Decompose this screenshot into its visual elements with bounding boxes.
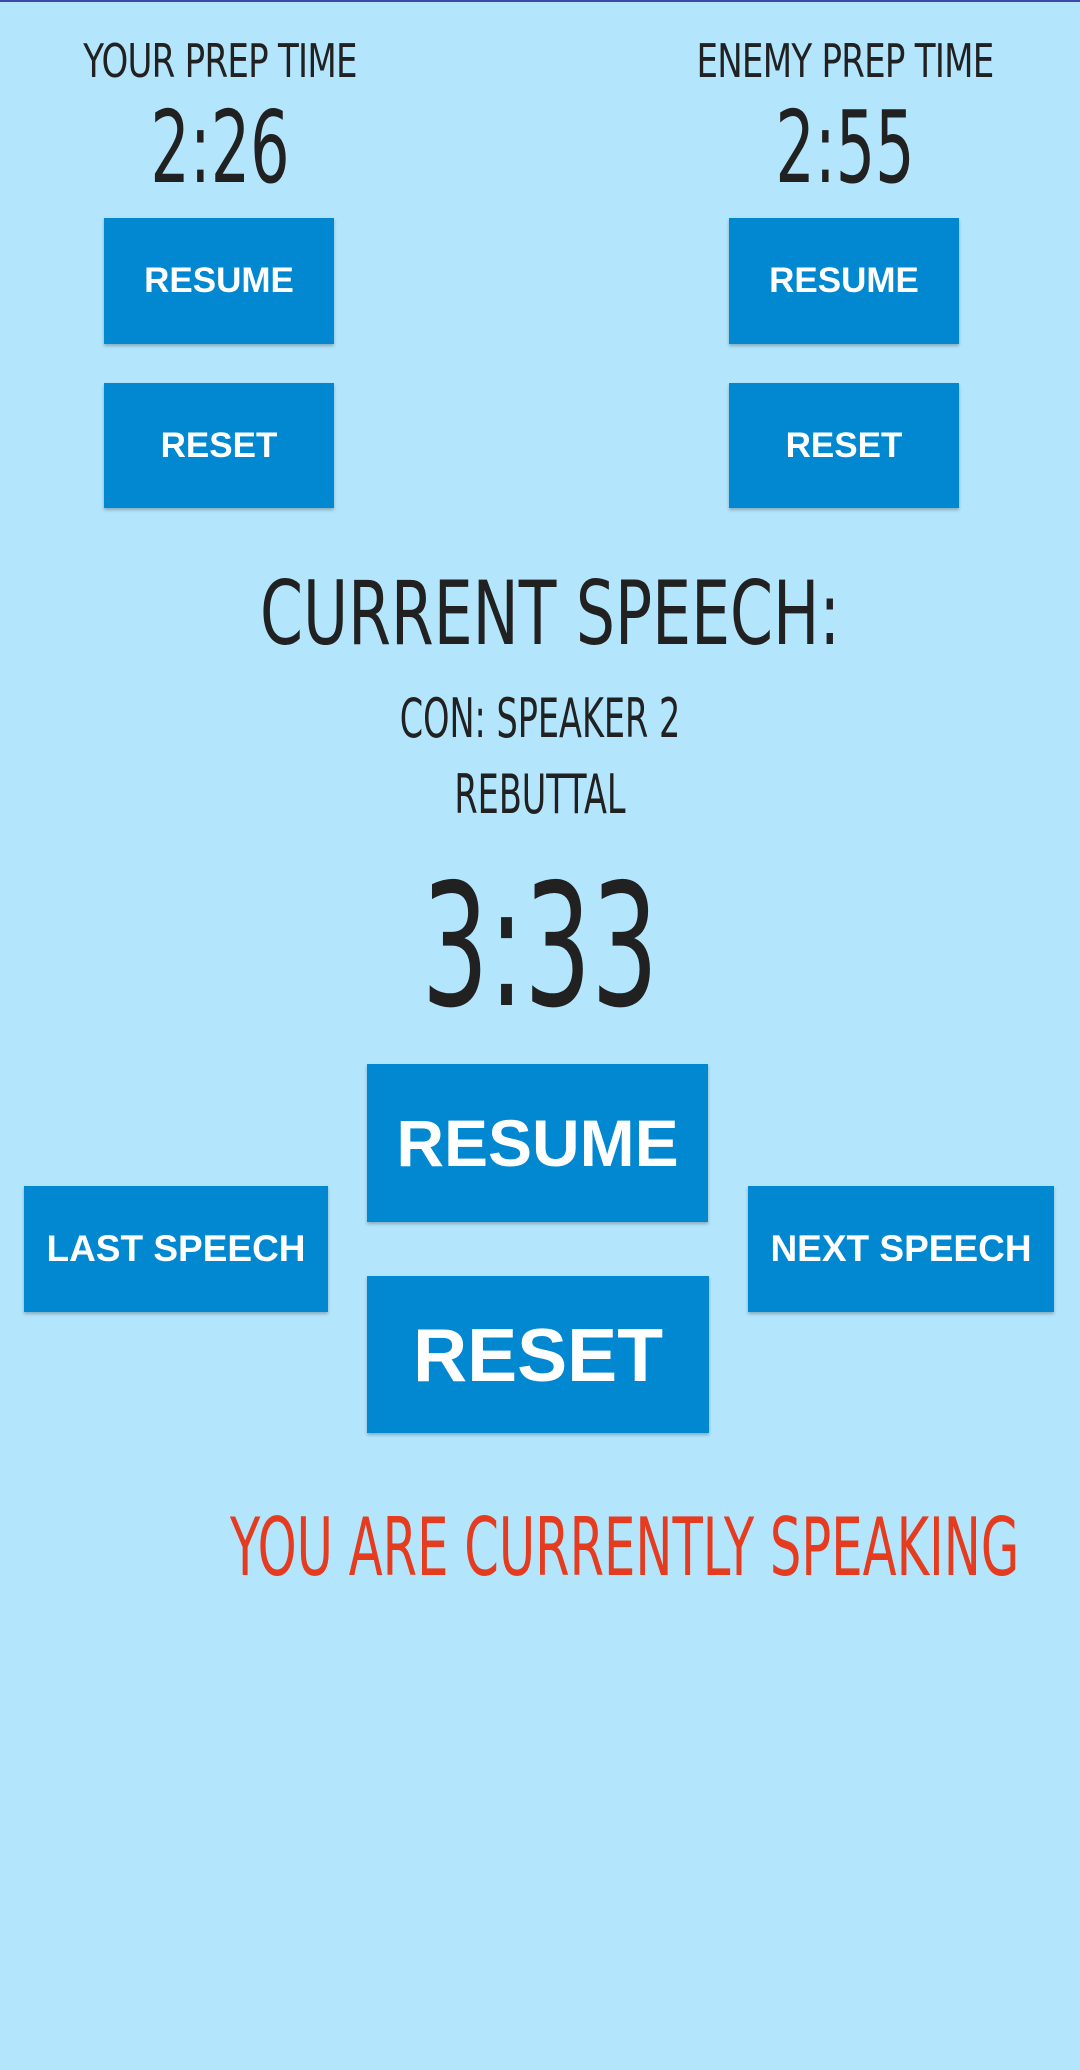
your-prep-section: YOUR PREP TIME	[20, 38, 420, 84]
current-speaker-wrap: CON: SPEAKER 2	[240, 692, 840, 746]
current-speech-type-wrap: REBUTTAL	[240, 768, 840, 822]
your-prep-label: YOUR PREP TIME	[83, 34, 357, 88]
next-speech-button[interactable]: NEXT SPEECH	[748, 1186, 1054, 1312]
last-speech-button[interactable]: LAST SPEECH	[24, 1186, 328, 1312]
your-prep-timer-wrap: 2:26	[20, 98, 420, 198]
enemy-prep-reset-button[interactable]: RESET	[729, 383, 959, 508]
speech-reset-button[interactable]: RESET	[367, 1276, 709, 1433]
enemy-prep-label: ENEMY PREP TIME	[696, 34, 994, 88]
enemy-prep-timer-wrap: 2:55	[640, 98, 1050, 198]
enemy-prep-section: ENEMY PREP TIME	[640, 38, 1050, 84]
current-speech-type: REBUTTAL	[454, 763, 626, 826]
speaking-status: YOU ARE CURRENTLY SPEAKING	[230, 1501, 1020, 1594]
enemy-prep-resume-button[interactable]: RESUME	[729, 218, 959, 344]
status-bar-line	[0, 0, 1080, 2]
current-speech-title-wrap: CURRENT SPEECH:	[140, 570, 940, 658]
your-prep-resume-button[interactable]: RESUME	[104, 218, 334, 344]
main-timer: 3:33	[421, 848, 659, 1046]
your-prep-reset-button[interactable]: RESET	[104, 383, 334, 508]
enemy-prep-timer: 2:55	[775, 89, 915, 206]
current-speech-title: CURRENT SPEECH:	[260, 562, 841, 665]
main-timer-wrap: 3:33	[290, 862, 790, 1032]
status-wrap: YOU ARE CURRENTLY SPEAKING	[40, 1508, 1040, 1588]
your-prep-timer: 2:26	[150, 89, 290, 206]
speech-resume-button[interactable]: RESUME	[367, 1064, 708, 1222]
current-speaker: CON: SPEAKER 2	[399, 687, 681, 750]
